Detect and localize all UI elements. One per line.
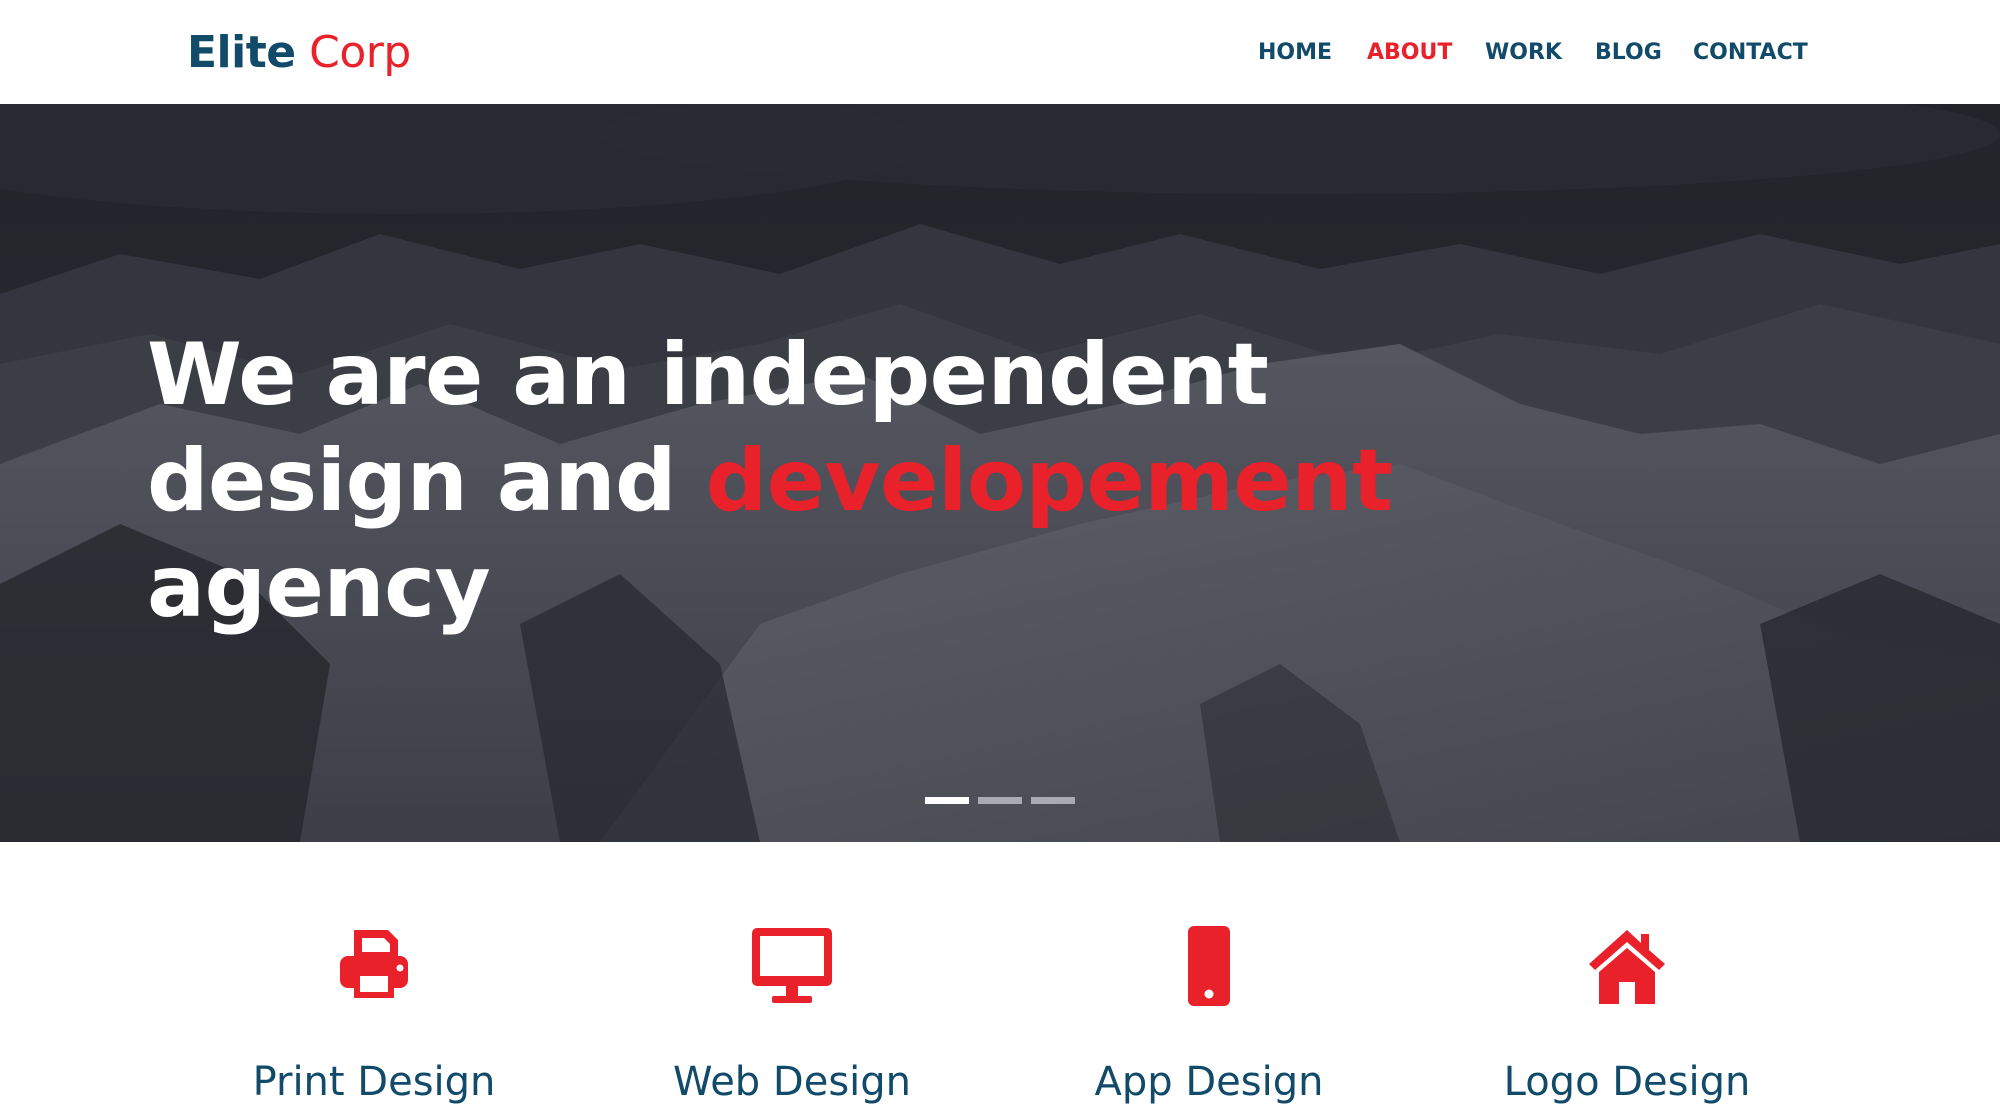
nav-link-about[interactable]: ABOUT bbox=[1367, 38, 1452, 68]
slider-pagination bbox=[925, 797, 1075, 805]
mobile-phone-icon bbox=[1188, 926, 1230, 1006]
service-web-design[interactable]: Web Design bbox=[582, 924, 1002, 1114]
hero-line-3: agency bbox=[147, 537, 491, 637]
service-title: App Design bbox=[1094, 1059, 1324, 1105]
site-logo[interactable]: Elite Corp bbox=[187, 24, 411, 82]
home-icon bbox=[1589, 930, 1665, 1004]
service-title: Web Design bbox=[672, 1059, 912, 1105]
nav-link-contact[interactable]: CONTACT bbox=[1693, 38, 1808, 68]
nav-link-home[interactable]: HOME bbox=[1258, 38, 1332, 68]
nav-link-work[interactable]: WORK bbox=[1485, 38, 1562, 68]
logo-primary-text: Elite bbox=[187, 27, 296, 78]
nav-link-blog[interactable]: BLOG bbox=[1595, 38, 1662, 68]
hero-line-2-accent: developement bbox=[705, 431, 1394, 531]
service-title: Logo Design bbox=[1503, 1059, 1751, 1105]
service-print-design[interactable]: Print Design bbox=[164, 924, 584, 1114]
printer-icon bbox=[340, 930, 408, 998]
service-app-design[interactable]: App Design bbox=[999, 924, 1419, 1114]
hero-headline: We are an independent design and develop… bbox=[147, 322, 1447, 640]
logo-secondary-text: Corp bbox=[309, 27, 411, 78]
hero-slider: We are an independent design and develop… bbox=[0, 104, 2000, 842]
hero-line-1: We are an independent bbox=[147, 325, 1269, 425]
site-header: Elite Corp HOME ABOUT WORK BLOG CONTACT bbox=[0, 0, 2000, 104]
service-logo-design[interactable]: Logo Design bbox=[1417, 924, 1837, 1114]
service-title: Print Design bbox=[252, 1059, 496, 1105]
slider-dot-1[interactable] bbox=[925, 797, 969, 804]
services-section: Print Design Web Design App Design Logo … bbox=[0, 842, 2000, 1116]
slider-dot-2[interactable] bbox=[978, 797, 1022, 804]
monitor-icon bbox=[752, 928, 832, 1003]
hero-line-2-start: design and bbox=[147, 431, 677, 531]
slider-dot-3[interactable] bbox=[1031, 797, 1075, 804]
